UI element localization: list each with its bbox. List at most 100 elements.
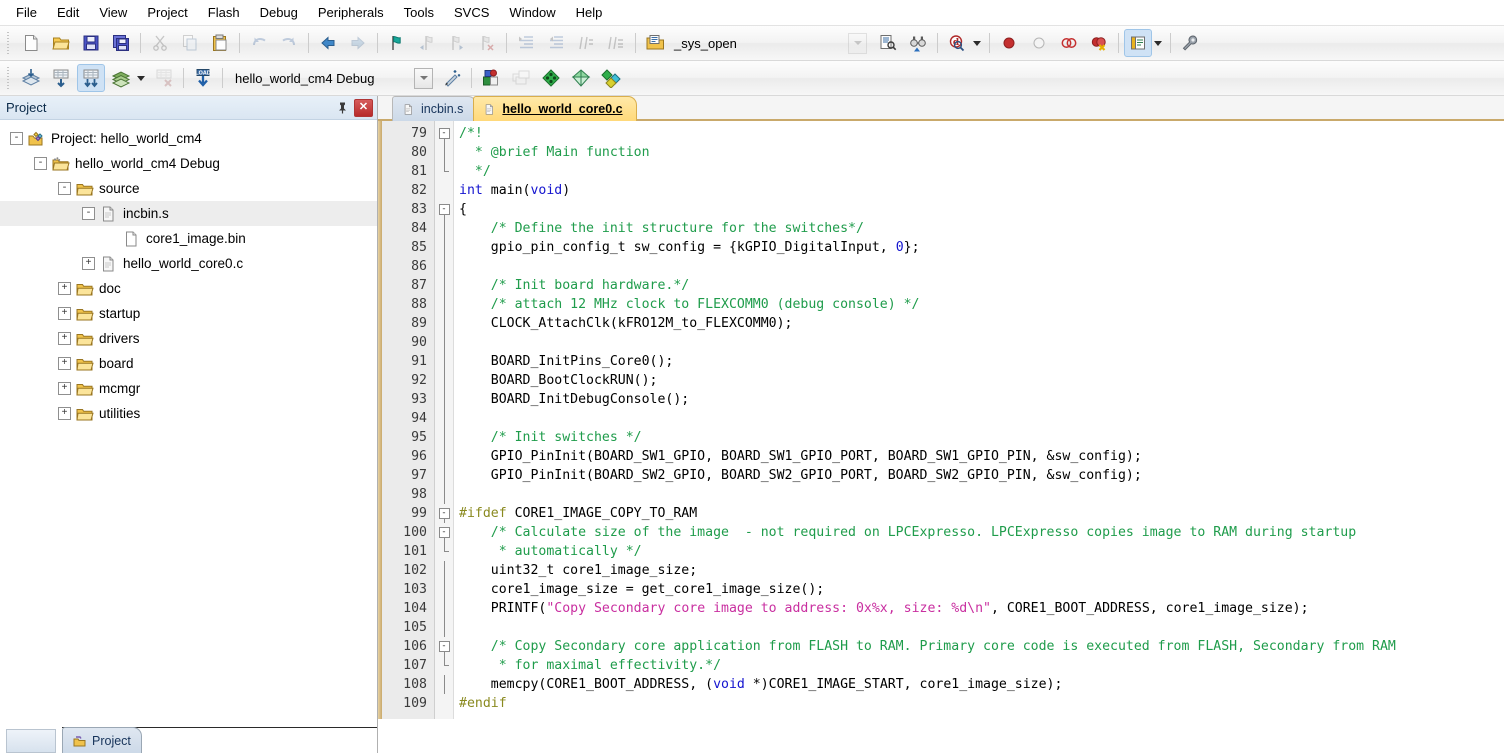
clear-bookmarks-button[interactable] [473,29,501,57]
disable-all-breakpoints-button[interactable] [1055,29,1083,57]
code-line[interactable]: GPIO_PinInit(BOARD_SW2_GPIO, BOARD_SW2_G… [454,466,1504,485]
code-line[interactable] [454,333,1504,352]
code-folding-margin[interactable]: ----- [435,121,454,719]
build-target-button[interactable] [47,64,75,92]
open-file-button[interactable] [47,29,75,57]
find-combo-dropdown[interactable] [848,32,867,54]
code-line[interactable] [454,618,1504,637]
expand-toggle-icon[interactable]: + [58,357,71,370]
multi-project-button[interactable] [507,64,535,92]
translate-file-button[interactable] [17,64,45,92]
code-line[interactable]: BOARD_InitDebugConsole(); [454,390,1504,409]
code-line[interactable]: BOARD_InitPins_Core0(); [454,352,1504,371]
editor-tab-incbin-s[interactable]: incbin.s [392,96,478,121]
comment-block-button[interactable] [572,29,600,57]
close-x-icon[interactable]: ✕ [354,98,373,117]
project-tree[interactable]: - Project: hello_world_cm4- hello_world_cm… [0,120,377,719]
toolbar-grip[interactable] [5,32,13,54]
browse-search-button[interactable]: d [943,29,971,57]
collapse-toggle-icon[interactable]: - [34,157,47,170]
undo-button[interactable] [245,29,273,57]
find-in-files-button[interactable] [874,29,902,57]
code-line[interactable]: int main(void) [454,181,1504,200]
tree-item[interactable]: + startup [0,301,377,326]
code-line[interactable]: gpio_pin_config_t sw_config = {kGPIO_Dig… [454,238,1504,257]
collapse-toggle-icon[interactable]: - [58,182,71,195]
copy-button[interactable] [176,29,204,57]
bottom-tab-project[interactable]: Project [62,727,142,753]
next-bookmark-button[interactable] [443,29,471,57]
fold-marker[interactable]: - [435,637,453,656]
collapse-toggle-icon[interactable]: - [10,132,23,145]
kill-all-breakpoints-button[interactable] [1085,29,1113,57]
code-line[interactable]: /* attach 12 MHz clock to FLEXCOMM0 (deb… [454,295,1504,314]
find-combo-value[interactable]: _sys_open [670,33,848,53]
expand-toggle-icon[interactable]: + [58,382,71,395]
code-line[interactable]: GPIO_PinInit(BOARD_SW1_GPIO, BOARD_SW1_G… [454,447,1504,466]
fold-marker[interactable]: - [435,523,453,542]
expand-toggle-icon[interactable]: + [58,332,71,345]
navigate-forward-button[interactable] [344,29,372,57]
code-text[interactable]: /*! * @brief Main function */int main(vo… [454,121,1504,719]
redo-button[interactable] [275,29,303,57]
batch-build-button[interactable] [107,64,135,92]
paste-button[interactable] [206,29,234,57]
code-line[interactable]: * for maximal effectivity.*/ [454,656,1504,675]
insert-remove-breakpoint-button[interactable] [995,29,1023,57]
menu-item-debug[interactable]: Debug [250,2,308,23]
code-line[interactable]: /* Init board hardware.*/ [454,276,1504,295]
code-line[interactable]: /* Calculate size of the image - not req… [454,523,1504,542]
tree-item[interactable]: - incbin.s [0,201,377,226]
cut-button[interactable] [146,29,174,57]
tree-item[interactable]: + doc [0,276,377,301]
code-line[interactable]: { [454,200,1504,219]
tree-item[interactable]: - source [0,176,377,201]
configuration-button[interactable] [1176,29,1204,57]
menu-item-tools[interactable]: Tools [394,2,444,23]
pushpin-icon[interactable] [333,99,351,117]
code-line[interactable]: BOARD_BootClockRUN(); [454,371,1504,390]
tree-item[interactable]: core1_image.bin [0,226,377,251]
tree-item[interactable]: + utilities [0,401,377,426]
code-line[interactable]: * @brief Main function [454,143,1504,162]
select-software-packs-button[interactable] [597,64,625,92]
rebuild-all-button[interactable] [77,64,105,92]
code-line[interactable]: #endif [454,694,1504,713]
code-line[interactable]: uint32_t core1_image_size; [454,561,1504,580]
menu-item-file[interactable]: File [6,2,47,23]
menu-item-svcs[interactable]: SVCS [444,2,499,23]
batch-build-dropdown-icon[interactable] [137,75,145,81]
target-combo-value[interactable]: hello_world_cm4 Debug [227,68,414,88]
code-line[interactable]: CLOCK_AttachClk(kFRO12M_to_FLEXCOMM0); [454,314,1504,333]
code-line[interactable]: memcpy(CORE1_BOOT_ADDRESS, (void *)CORE1… [454,675,1504,694]
fold-marker[interactable]: - [435,504,453,523]
expand-toggle-icon[interactable]: + [58,407,71,420]
manage-run-time-env-button[interactable] [567,64,595,92]
menu-item-flash[interactable]: Flash [198,2,250,23]
code-line[interactable]: #ifdef CORE1_IMAGE_COPY_TO_RAM [454,504,1504,523]
fold-marker[interactable]: - [435,124,453,143]
editor-tab-hello-world-core0-c[interactable]: hello_world_core0.c [473,96,637,121]
code-editor[interactable]: 79 80 81 82 83 84 85 86 87 88 89 90 91 92 93 94 95 96 97 98… [378,121,1504,719]
manage-project-wizard-button[interactable] [438,64,466,92]
browse-search-dropdown-icon[interactable] [973,40,981,46]
toggle-bookmark-button[interactable] [383,29,411,57]
code-line[interactable] [454,257,1504,276]
target-combo-dropdown[interactable] [414,67,433,89]
navigate-back-button[interactable] [314,29,342,57]
toolbar-grip[interactable] [5,67,13,89]
code-line[interactable]: PRINTF("Copy Secondary core image to add… [454,599,1504,618]
menu-item-help[interactable]: Help [566,2,613,23]
manage-windows-dropdown-icon[interactable] [1154,40,1162,46]
save-button[interactable] [77,29,105,57]
expand-toggle-icon[interactable]: + [82,257,95,270]
previous-bookmark-button[interactable] [413,29,441,57]
indent-right-button[interactable] [512,29,540,57]
uncomment-block-button[interactable] [602,29,630,57]
menu-item-peripherals[interactable]: Peripherals [308,2,394,23]
manage-project-items-button[interactable] [477,64,505,92]
enable-disable-breakpoint-button[interactable] [1025,29,1053,57]
save-all-button[interactable] [107,29,135,57]
expand-toggle-icon[interactable]: + [58,307,71,320]
menu-item-view[interactable]: View [89,2,137,23]
